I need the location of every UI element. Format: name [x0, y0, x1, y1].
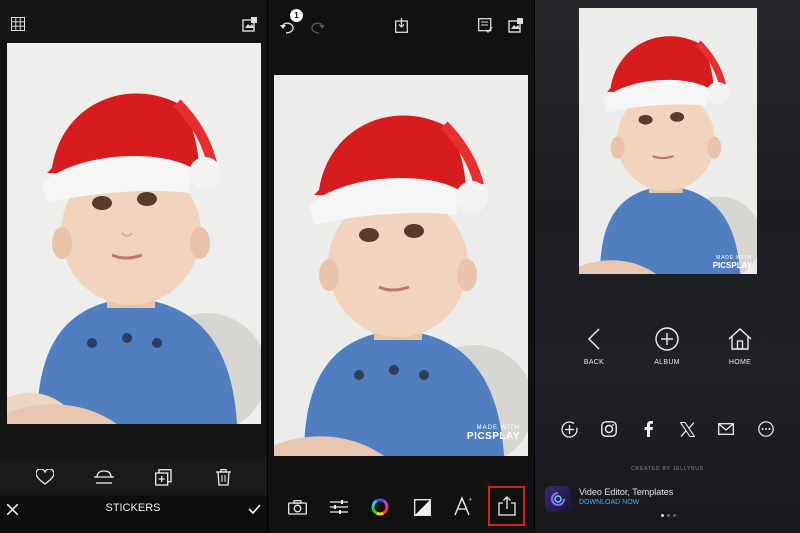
promo-download-link[interactable]: DOWNLOAD NOW — [579, 499, 639, 506]
redo-icon[interactable] — [306, 16, 328, 38]
undo-count-badge: 1 — [290, 9, 303, 22]
page-dot — [666, 514, 670, 517]
trash-icon[interactable] — [212, 466, 234, 488]
text-icon[interactable]: * — [452, 494, 476, 518]
created-by-label: CREATED BY JELLYBUS — [631, 466, 704, 472]
facebook-icon[interactable] — [638, 419, 658, 439]
tone-icon[interactable] — [411, 496, 433, 518]
grid-icon[interactable] — [8, 14, 28, 34]
album-icon[interactable] — [655, 327, 679, 351]
edit-photo-icon[interactable] — [239, 14, 259, 34]
sticker-editor-panel: STICKERS — [0, 0, 267, 533]
picsplay-watermark: MADE WITH PICSPLAY — [713, 255, 752, 270]
promo-app-icon — [545, 486, 571, 512]
color-wheel-icon[interactable] — [369, 496, 391, 518]
baby-photo — [7, 43, 261, 424]
share-icon[interactable] — [494, 494, 520, 518]
back-icon[interactable] — [583, 326, 605, 352]
stickers-title: STICKERS — [105, 502, 161, 514]
watermark-big: PICSPLAY — [466, 431, 520, 442]
check-icon[interactable] — [245, 500, 263, 518]
promo-banner[interactable]: Video Editor, Templates DOWNLOAD NOW — [545, 484, 790, 514]
mail-icon[interactable] — [716, 419, 736, 439]
page-indicator — [659, 514, 677, 518]
layers-icon[interactable] — [474, 14, 496, 36]
layer-add-icon[interactable] — [152, 466, 174, 488]
photo-editor-panel: 1 MADE WITH PICSPLAY * — [268, 0, 534, 533]
heart-icon[interactable] — [34, 466, 56, 488]
x-icon[interactable] — [677, 419, 697, 439]
home-label: HOME — [728, 359, 752, 366]
camera-icon[interactable] — [286, 496, 308, 518]
flip-icon[interactable] — [93, 466, 115, 488]
add-circle-icon[interactable] — [559, 419, 579, 439]
back-label: BACK — [583, 359, 605, 366]
promo-title: Video Editor, Templates — [579, 487, 674, 497]
svg-text:*: * — [469, 498, 472, 505]
watermark-big: PICSPLAY — [712, 261, 752, 270]
save-icon[interactable] — [390, 14, 412, 36]
adjust-icon[interactable] — [328, 496, 350, 518]
page-dot-active — [660, 514, 664, 517]
home-icon[interactable] — [727, 327, 753, 351]
baby-photo-edited: MADE WITH PICSPLAY — [274, 75, 528, 456]
share-panel: MADE WITH PICSPLAY BACK ALBUM HOME CREAT… — [535, 0, 800, 533]
picsplay-watermark: MADE WITH PICSPLAY — [467, 425, 520, 442]
more-icon[interactable] — [756, 419, 776, 439]
album-label: ALBUM — [654, 359, 680, 366]
close-icon[interactable] — [3, 500, 21, 518]
edit-photo-icon[interactable] — [504, 14, 526, 36]
instagram-icon[interactable] — [599, 419, 619, 439]
page-dot — [672, 514, 676, 517]
shared-photo-thumbnail: MADE WITH PICSPLAY — [579, 8, 757, 274]
